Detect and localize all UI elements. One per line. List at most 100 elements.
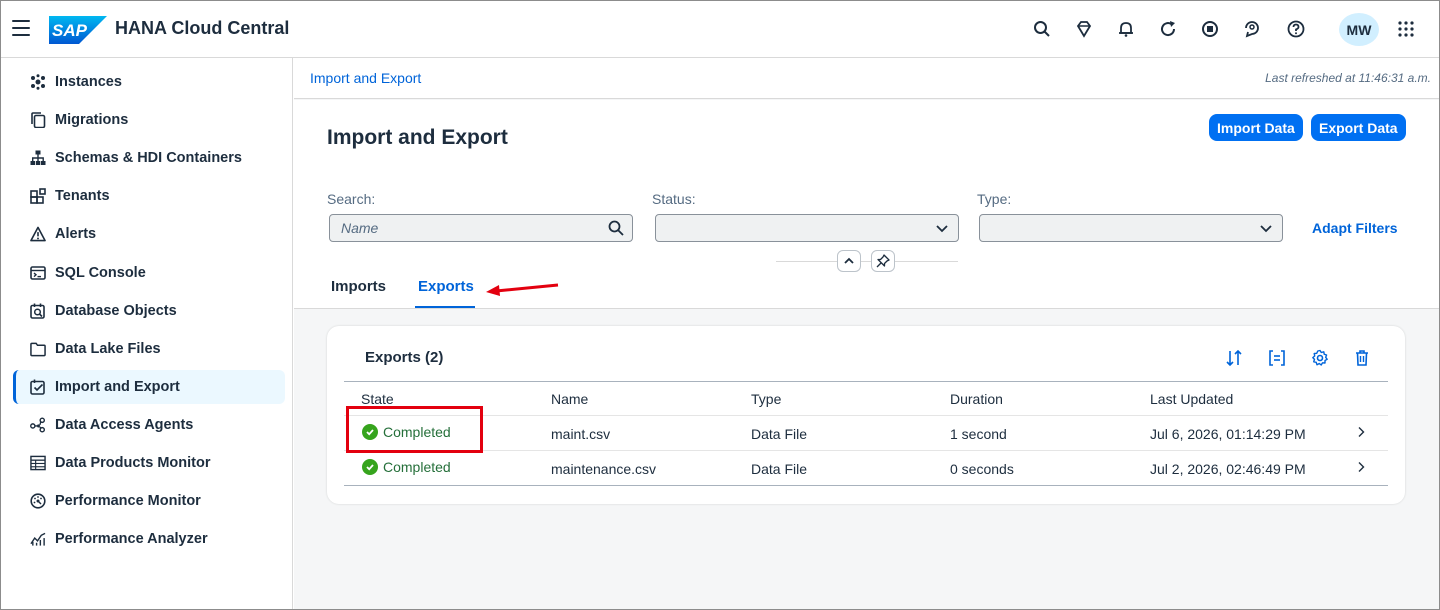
search-icon[interactable] <box>1031 18 1053 40</box>
cell-name: maint.csv <box>551 426 611 442</box>
feedback-icon[interactable] <box>1241 18 1263 40</box>
sort-icon[interactable] <box>1224 348 1244 368</box>
nav-item-performance-monitor[interactable]: Performance Monitor <box>13 484 285 518</box>
user-avatar[interactable]: MW <box>1339 13 1379 46</box>
main-content: Import and Export Last refreshed at 11:4… <box>294 58 1439 609</box>
schemas-icon <box>30 150 46 166</box>
group-icon[interactable] <box>1267 348 1287 368</box>
nav-item-tenants[interactable]: Tenants <box>13 179 285 213</box>
settings-gear-icon[interactable] <box>1310 348 1330 368</box>
menu-icon[interactable] <box>12 20 30 36</box>
column-header-type[interactable]: Type <box>751 391 781 407</box>
exports-table-card: Exports (2) State Name Type Duration Las… <box>327 326 1405 504</box>
export-data-button[interactable]: Export Data <box>1311 114 1406 141</box>
nav-label: SQL Console <box>55 265 146 281</box>
nav-item-schemas[interactable]: Schemas & HDI Containers <box>13 141 285 175</box>
cell-last-updated: Jul 2, 2026, 02:46:49 PM <box>1150 461 1306 477</box>
delete-trash-icon[interactable] <box>1352 348 1372 368</box>
table-row[interactable]: Completed maint.csv Data File 1 second J… <box>344 416 1388 451</box>
migrations-icon <box>30 112 46 128</box>
pin-header-button[interactable] <box>871 250 895 272</box>
table-title: Exports (2) <box>365 349 444 366</box>
alert-icon <box>30 226 46 242</box>
nav-item-sql-console[interactable]: SQL Console <box>13 256 285 290</box>
chevron-right-icon[interactable] <box>1356 461 1366 473</box>
nav-label: Data Lake Files <box>55 341 161 357</box>
diamond-icon[interactable] <box>1073 18 1095 40</box>
nav-label: Tenants <box>55 188 110 204</box>
notification-bell-icon[interactable] <box>1115 18 1137 40</box>
import-data-button[interactable]: Import Data <box>1209 114 1303 141</box>
chevron-right-icon[interactable] <box>1356 426 1366 438</box>
breadcrumb-link[interactable]: Import and Export <box>310 70 421 86</box>
nav-label: Schemas & HDI Containers <box>55 150 242 166</box>
data-products-icon <box>30 455 46 471</box>
app-launcher-grid-icon[interactable] <box>1395 18 1417 40</box>
chevron-down-icon <box>1260 225 1272 233</box>
success-check-icon <box>362 459 378 475</box>
nav-item-migrations[interactable]: Migrations <box>13 103 285 137</box>
column-header-state[interactable]: State <box>361 391 394 407</box>
status-select[interactable] <box>655 214 959 242</box>
nav-item-performance-analyzer[interactable]: Performance Analyzer <box>13 522 285 556</box>
nav-label: Migrations <box>55 112 129 128</box>
column-header-last-updated[interactable]: Last Updated <box>1150 391 1233 407</box>
performance-monitor-icon <box>30 493 46 509</box>
performance-analyzer-icon <box>30 531 46 547</box>
nav-item-data-access-agents[interactable]: Data Access Agents <box>13 408 285 442</box>
table-row[interactable]: Completed maintenance.csv Data File 0 se… <box>344 451 1388 486</box>
cell-last-updated: Jul 6, 2026, 01:14:29 PM <box>1150 426 1306 442</box>
column-header-duration[interactable]: Duration <box>950 391 1003 407</box>
page-header: Import and Export Import Data Export Dat… <box>294 100 1439 309</box>
column-header-name[interactable]: Name <box>551 391 588 407</box>
help-icon[interactable] <box>1285 18 1307 40</box>
search-icon[interactable] <box>608 220 624 236</box>
nav-item-alerts[interactable]: Alerts <box>13 217 285 251</box>
nav-label: Data Access Agents <box>55 417 194 433</box>
sql-console-icon <box>30 265 46 281</box>
status-badge: Completed <box>362 459 451 475</box>
adapt-filters-link[interactable]: Adapt Filters <box>1312 220 1398 236</box>
sap-logo-text: SAP <box>52 21 88 40</box>
table-header-row: State Name Type Duration Last Updated <box>344 381 1388 416</box>
status-label: Status: <box>652 191 696 207</box>
chevron-up-icon <box>844 257 854 264</box>
page-title: Import and Export <box>327 126 508 149</box>
cell-type: Data File <box>751 461 808 477</box>
tab-imports[interactable]: Imports <box>331 278 386 295</box>
nav-item-data-products-monitor[interactable]: Data Products Monitor <box>13 446 285 480</box>
collapse-header-button[interactable] <box>837 250 861 272</box>
highlight-box-annotation <box>346 406 483 453</box>
nav-item-data-lake-files[interactable]: Data Lake Files <box>13 332 285 366</box>
cell-duration: 1 second <box>950 426 1007 442</box>
type-select[interactable] <box>979 214 1283 242</box>
cell-name: maintenance.csv <box>551 461 657 477</box>
pin-icon <box>876 254 890 268</box>
import-export-icon <box>30 379 46 395</box>
state-text: Completed <box>383 459 451 475</box>
red-arrow-annotation <box>486 283 559 296</box>
shell-bar: SAP HANA Cloud Central MW <box>1 1 1439 58</box>
nav-label: Import and Export <box>55 379 180 395</box>
tab-exports[interactable]: Exports <box>418 278 474 295</box>
refresh-icon[interactable] <box>1157 18 1179 40</box>
folder-icon <box>30 341 46 357</box>
nav-label: Performance Analyzer <box>55 531 208 547</box>
last-refreshed-text: Last refreshed at 11:46:31 a.m. <box>1265 71 1431 85</box>
cell-type: Data File <box>751 426 808 442</box>
nav-item-instances[interactable]: Instances <box>13 65 285 99</box>
nav-label: Alerts <box>55 226 97 242</box>
nav-item-import-and-export[interactable]: Import and Export <box>13 370 285 404</box>
search-label: Search: <box>327 191 376 207</box>
nav-label: Data Products Monitor <box>55 455 211 471</box>
tenants-icon <box>30 188 46 204</box>
side-navigation: Instances Migrations Schemas & HDI Conta… <box>1 58 293 609</box>
type-label: Type: <box>977 191 1012 207</box>
data-access-agents-icon <box>30 417 46 433</box>
nav-item-database-objects[interactable]: Database Objects <box>13 294 285 328</box>
chevron-down-icon <box>936 225 948 233</box>
nav-label: Database Objects <box>55 303 177 319</box>
search-input[interactable]: Name <box>329 214 633 242</box>
stop-icon[interactable] <box>1199 18 1221 40</box>
app-title: HANA Cloud Central <box>115 18 290 38</box>
